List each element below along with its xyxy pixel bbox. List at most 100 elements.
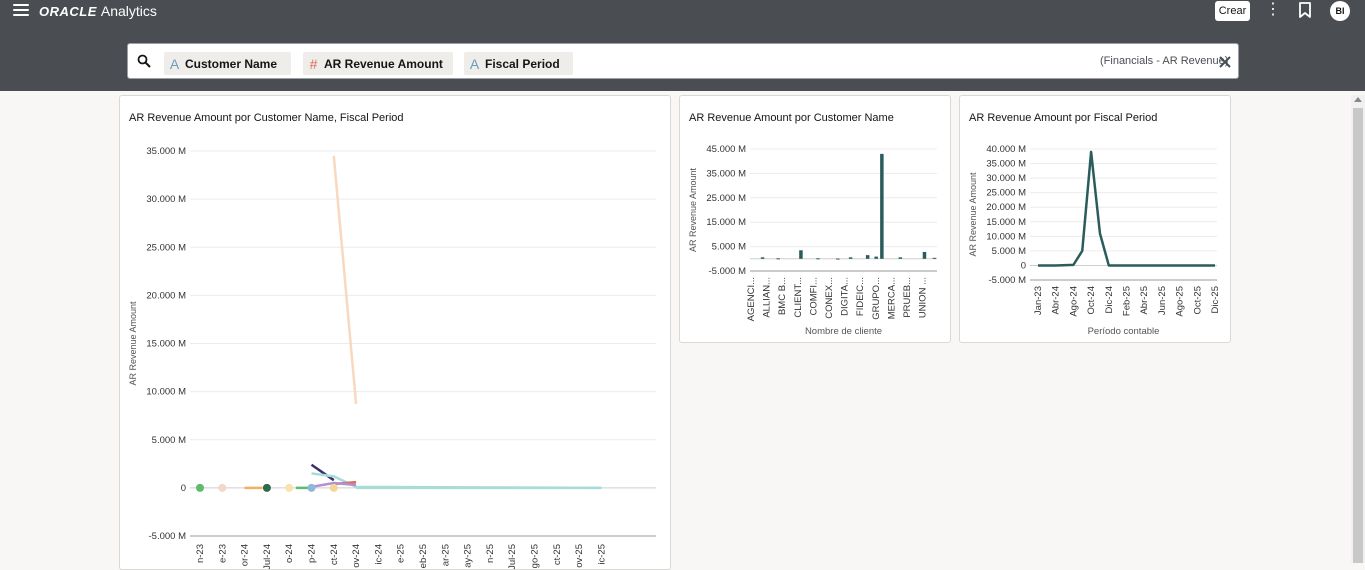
y-tick-label: -5.000 M: [709, 266, 747, 277]
x-tick-label: ALLIAN...: [762, 277, 773, 318]
x-tick-label: n-23: [195, 544, 206, 563]
brand-logo: ORACLE Analytics: [39, 3, 157, 20]
x-tick-label: go-25: [530, 544, 541, 568]
x-tick-label: Jul-25: [507, 544, 518, 570]
search-icon[interactable]: [137, 54, 151, 68]
y-tick-label: 20.000 M: [986, 202, 1026, 213]
y-tick-label: 20.000 M: [146, 290, 186, 301]
vertical-scrollbar[interactable]: [1351, 95, 1365, 563]
y-tick-label: 30.000 M: [986, 173, 1026, 184]
y-tick-label: 25.000 M: [146, 242, 186, 253]
x-tick-label: eb-25: [418, 544, 429, 568]
bar: [865, 255, 870, 259]
x-tick-label: Jan-23: [1033, 286, 1044, 315]
y-tick-label: 10.000 M: [986, 231, 1026, 242]
x-tick-label: Jul-24: [262, 544, 273, 570]
x-tick-label: ct-25: [552, 544, 563, 565]
scroll-up-icon[interactable]: [1354, 97, 1362, 102]
y-tick-label: 30.000 M: [146, 194, 186, 205]
line-chart-period: -5.000 M 0 5.000 M 10.000 M 15.000 M 20.000 M…: [968, 144, 1221, 337]
x-tick-label: n-25: [485, 544, 496, 563]
bar: [880, 153, 884, 259]
x-tick-label: Dic-25: [1210, 286, 1221, 313]
series-marker: [218, 483, 227, 492]
bar: [760, 257, 765, 259]
series-marker: [307, 483, 316, 492]
bar: [836, 258, 840, 260]
y-tick-label: 25.000 M: [986, 188, 1026, 199]
x-tick-label: BMC B...: [777, 277, 788, 315]
x-tick-label: Oct-25: [1192, 286, 1203, 315]
y-tick-label: 15.000 M: [986, 217, 1026, 228]
chart-card-customer[interactable]: AR Revenue Amount por Customer Name -5.0…: [679, 95, 951, 343]
series-marker: [262, 483, 271, 492]
bar: [874, 256, 878, 259]
y-tick-label: -5.000 M: [149, 531, 187, 542]
pill-label: Fiscal Period: [485, 56, 560, 71]
x-tick-label: Feb-25: [1122, 286, 1133, 316]
brand-product: Analytics: [100, 3, 157, 19]
series-marker: [285, 483, 294, 492]
x-tick-label: ic-25: [596, 544, 607, 565]
y-tick-label: 15.000 M: [146, 339, 186, 350]
bar: [932, 257, 937, 259]
y-tick-label: 0: [181, 483, 186, 494]
x-tick-label: PRUEB...: [902, 277, 913, 318]
y-tick-label: 45.000 M: [706, 144, 746, 155]
y-tick-label: 35.000 M: [986, 159, 1026, 170]
text-attribute-icon: A: [469, 55, 480, 72]
x-tick-label: ic-24: [373, 544, 384, 565]
x-tick-label: ov-25: [574, 544, 585, 568]
x-tick-label: CLIENT...: [793, 277, 804, 318]
x-tick-label: o-24: [284, 544, 295, 563]
y-tick-label: 25.000 M: [706, 193, 746, 204]
series-line: [1038, 150, 1215, 267]
more-options-icon[interactable]: ⋮: [1265, 2, 1281, 18]
brand-oracle: ORACLE: [39, 4, 97, 19]
pill-customer-name[interactable]: A Customer Name: [164, 52, 291, 75]
x-tick-label: Ago-24: [1068, 286, 1079, 317]
chart-card-customer-period[interactable]: AR Revenue Amount por Customer Name, Fis…: [119, 95, 671, 570]
text-attribute-icon: A: [169, 55, 180, 72]
bar: [898, 257, 903, 259]
x-tick-label: Oct-24: [1086, 286, 1097, 315]
bar: [776, 258, 780, 260]
bar: [922, 251, 927, 259]
y-axis-label: AR Revenue Amount: [688, 167, 698, 252]
y-tick-label: 5.000 M: [992, 246, 1026, 257]
series-marker: [329, 483, 338, 492]
search-bar[interactable]: A Customer Name # AR Revenue Amount A Fi…: [127, 43, 1239, 79]
measure-icon: #: [309, 55, 318, 72]
x-tick-label: Ago-25: [1175, 286, 1186, 317]
pill-label: AR Revenue Amount: [324, 56, 443, 71]
top-header: ORACLE Analytics Crear ⋮ BI A Customer N…: [0, 0, 1365, 91]
x-tick-label: Jun-25: [1157, 286, 1168, 315]
x-tick-label: FIDEIC...: [855, 277, 866, 316]
y-tick-label: 5.000 M: [152, 435, 186, 446]
x-tick-label: UNION ...: [918, 277, 929, 318]
chart-card-period[interactable]: AR Revenue Amount por Fiscal Period -5.0…: [959, 95, 1231, 343]
y-tick-label: 5.000 M: [712, 242, 746, 253]
menu-icon[interactable]: [13, 4, 29, 18]
series-marker: [196, 483, 204, 492]
bar: [816, 258, 820, 260]
y-axis-label: AR Revenue Amount: [128, 301, 138, 386]
scroll-thumb[interactable]: [1353, 108, 1363, 563]
pill-fiscal-period[interactable]: A Fiscal Period: [464, 52, 573, 75]
bookmark-icon[interactable]: [1298, 2, 1312, 18]
line-chart-customer-period: -5.000 M 0 5.000 M 10.000 M 15.000 M 20.000 M…: [128, 146, 656, 570]
y-axis-label: AR Revenue Amount: [968, 172, 978, 257]
x-axis-label: Nombre de cliente: [805, 326, 882, 337]
y-tick-label: 35.000 M: [706, 168, 746, 179]
x-tick-label: Abr-24: [1051, 286, 1062, 315]
create-button[interactable]: Crear: [1215, 1, 1250, 21]
y-tick-label: 10.000 M: [146, 387, 186, 398]
x-tick-label: GRUPO...: [871, 277, 882, 320]
y-tick-label: 0: [1021, 260, 1026, 271]
x-tick-label: p-24: [307, 544, 318, 563]
x-tick-label: Dic-24: [1104, 286, 1115, 313]
pill-ar-revenue-amount[interactable]: # AR Revenue Amount: [303, 52, 453, 75]
y-tick-label: 40.000 M: [986, 144, 1026, 155]
close-icon[interactable]: [1218, 55, 1232, 69]
user-avatar[interactable]: BI: [1330, 1, 1350, 21]
